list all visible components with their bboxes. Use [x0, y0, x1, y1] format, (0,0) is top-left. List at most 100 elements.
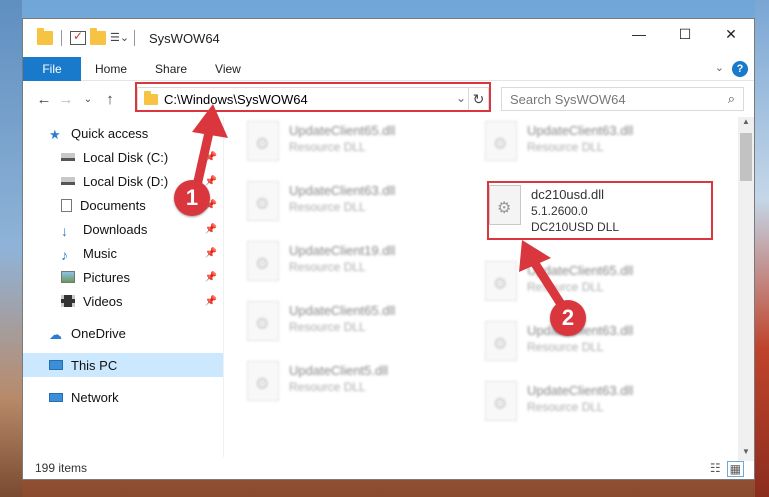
file-type: Resource DLL [527, 140, 604, 154]
item-count: 199 items [35, 461, 88, 475]
sidebar-item-label: Music [83, 245, 117, 261]
sidebar-item-label: Pictures [83, 269, 130, 285]
search-icon[interactable]: ⌕ [728, 91, 735, 107]
pin-icon: 📌 [204, 247, 217, 259]
window-controls: — ☐ ✕ [616, 19, 754, 49]
view-toggle: ☷ ▦ [710, 461, 744, 477]
dll-file-icon [485, 381, 517, 421]
scroll-up-icon[interactable]: ▲ [738, 117, 754, 131]
window-title: SysWOW64 [149, 30, 220, 46]
list-item[interactable]: UpdateClient65.dll Resource DLL [247, 301, 462, 351]
dll-file-icon [485, 121, 517, 161]
ribbon-tabs: File Home Share View ⌄ ? [23, 56, 754, 81]
list-item[interactable]: UpdateClient65.dll Resource DLL [247, 121, 462, 171]
tab-view[interactable]: View [201, 57, 255, 81]
folder-icon [37, 28, 53, 45]
dll-file-icon [485, 261, 517, 301]
sidebar-item-label: Local Disk (C:) [83, 149, 169, 165]
computer-icon [49, 360, 63, 370]
tab-home[interactable]: Home [81, 57, 141, 81]
sidebar-item-onedrive[interactable]: ☁ OneDrive [23, 321, 223, 345]
step-marker-one: 1 [174, 180, 210, 216]
tab-share[interactable]: Share [141, 57, 201, 81]
pin-icon: 📌 [204, 151, 217, 163]
list-item[interactable]: UpdateClient63.dllResource DLL [485, 121, 700, 171]
dll-file-icon [247, 121, 279, 161]
desktop-background-left [0, 0, 22, 497]
dll-file-icon [485, 321, 517, 361]
sidebar-item-label: OneDrive [71, 325, 126, 341]
sidebar-item-local-disk-c[interactable]: Local Disk (C:) 📌 [23, 145, 223, 169]
explorer-window: ☰⌄ SysWOW64 — ☐ ✕ File Home Share View ⌄… [22, 18, 755, 480]
pin-icon: 📌 [204, 295, 217, 307]
large-icons-view-icon[interactable]: ▦ [726, 461, 744, 477]
dll-file-icon [247, 301, 279, 341]
up-button[interactable]: ↑ [99, 91, 121, 108]
title-bar: ☰⌄ SysWOW64 — ☐ ✕ [23, 19, 754, 57]
customize-toolbar-icon[interactable]: ☰⌄ [110, 31, 129, 45]
pin-icon: 📌 [204, 223, 217, 235]
properties-icon[interactable] [70, 29, 86, 45]
forward-button[interactable]: → [55, 91, 77, 108]
dll-file-icon [247, 181, 279, 221]
scroll-thumb[interactable] [740, 133, 752, 181]
file-list: UpdateClient65.dll Resource DLL UpdateCli… [245, 117, 735, 457]
file-type: Resource DLL [289, 260, 366, 274]
pin-icon: 📌 [204, 271, 217, 283]
documents-icon [61, 198, 72, 212]
list-item[interactable]: UpdateClient63.dllResource DLL [485, 321, 700, 371]
sidebar-item-videos[interactable]: Videos 📌 [23, 289, 223, 313]
sidebar-item-label: Network [71, 389, 119, 405]
file-type: Resource DLL [289, 140, 366, 154]
pictures-icon [61, 271, 75, 283]
sidebar-item-this-pc[interactable]: This PC [23, 353, 223, 377]
drive-icon [61, 177, 75, 185]
help-icon[interactable]: ? [732, 61, 748, 77]
file-name: UpdateClient5.dll [289, 363, 389, 378]
search-placeholder: Search SysWOW64 [510, 91, 626, 107]
address-highlight-box [135, 82, 491, 112]
details-view-icon[interactable]: ☷ [710, 461, 721, 477]
file-highlight-box [487, 181, 713, 240]
pane-divider [223, 117, 224, 457]
tab-file[interactable]: File [23, 56, 81, 81]
network-icon [49, 392, 63, 402]
minimize-button[interactable]: — [616, 19, 662, 49]
navigation-pane: ★ Quick access Local Disk (C:) 📌 Local D… [23, 117, 223, 457]
list-item[interactable]: UpdateClient19.dll Resource DLL [247, 241, 462, 291]
sidebar-item-quick-access[interactable]: ★ Quick access [23, 121, 223, 145]
new-folder-icon[interactable] [90, 28, 106, 45]
step-marker-two: 2 [550, 300, 586, 336]
download-icon: ↓ [61, 223, 68, 239]
file-name: UpdateClient63.dll [289, 183, 396, 198]
recent-locations-button[interactable]: ⌄ [77, 94, 99, 105]
dll-file-icon [247, 361, 279, 401]
sidebar-item-music[interactable]: ♪ Music 📌 [23, 241, 223, 265]
file-name: UpdateClient65.dll [289, 303, 396, 318]
list-item[interactable]: UpdateClient5.dll Resource DLL [247, 361, 462, 411]
sidebar-item-downloads[interactable]: ↓ Downloads 📌 [23, 217, 223, 241]
back-button[interactable]: ← [33, 91, 55, 108]
sidebar-item-network[interactable]: Network [23, 385, 223, 409]
search-input[interactable]: Search SysWOW64 ⌕ [501, 87, 744, 111]
toolbar-separator [61, 30, 62, 46]
close-button[interactable]: ✕ [708, 19, 754, 49]
sidebar-item-pictures[interactable]: Pictures 📌 [23, 265, 223, 289]
file-type: Resource DLL [289, 380, 366, 394]
list-item[interactable]: UpdateClient65.dll Resource DLL [485, 261, 700, 311]
sidebar-item-label: This PC [71, 357, 118, 373]
file-name: UpdateClient65.dll [289, 123, 396, 138]
toolbar-separator [134, 30, 135, 46]
file-type: Resource DLL [527, 340, 604, 354]
cloud-icon: ☁ [49, 327, 62, 342]
list-item[interactable]: UpdateClient63.dllResource DLL [247, 181, 462, 231]
vertical-scrollbar[interactable]: ▲ ▼ [738, 117, 754, 461]
sidebar-item-label: Quick access [71, 125, 149, 141]
file-name: UpdateClient65.dll [527, 263, 634, 278]
expand-ribbon-icon[interactable]: ⌄ [715, 61, 724, 74]
maximize-button[interactable]: ☐ [662, 19, 708, 49]
star-icon: ★ [49, 127, 61, 142]
sidebar-item-label: Local Disk (D:) [83, 173, 169, 189]
quick-access-toolbar: ☰⌄ [23, 28, 139, 46]
list-item[interactable]: UpdateClient63.dllResource DLL [485, 381, 700, 431]
